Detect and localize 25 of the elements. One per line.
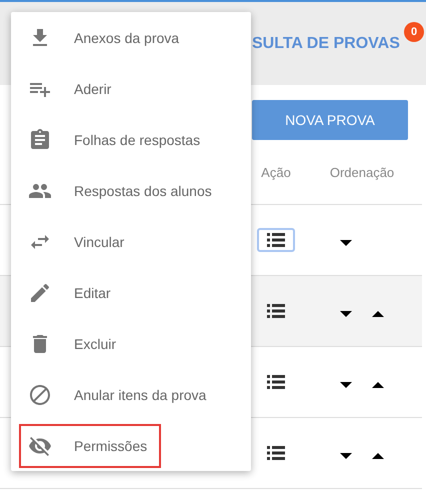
- menu-item[interactable]: Aderir: [11, 63, 251, 114]
- move-down-icon[interactable]: [340, 382, 352, 388]
- menu-item[interactable]: Anular itens da prova: [11, 369, 251, 420]
- list-icon[interactable]: [257, 228, 295, 252]
- menu-item[interactable]: Editar: [11, 267, 251, 318]
- menu-item[interactable]: Anexos da prova: [11, 12, 251, 63]
- block-icon: [28, 382, 52, 406]
- menu-item[interactable]: Vincular: [11, 216, 251, 267]
- move-up-icon[interactable]: [372, 311, 384, 317]
- new-exam-button[interactable]: NOVA PROVA: [252, 100, 408, 140]
- column-header: Ação: [260, 164, 292, 180]
- column-header: Ordenação: [328, 164, 396, 180]
- move-down-icon[interactable]: [340, 240, 352, 246]
- menu-item[interactable]: Folhas de respostas: [11, 114, 251, 165]
- notification-badge: 0: [404, 22, 424, 42]
- move-down-icon[interactable]: [340, 311, 352, 317]
- eye-off-icon: [28, 434, 52, 458]
- menu-item[interactable]: Respostas dos alunos: [11, 165, 251, 216]
- move-down-icon[interactable]: [340, 453, 352, 459]
- page-title: SULTA DE PROVAS: [252, 34, 400, 52]
- move-up-icon[interactable]: [372, 382, 384, 388]
- move-up-icon[interactable]: [372, 453, 384, 459]
- clipboard-icon: [28, 128, 52, 152]
- menu-item[interactable]: Permissões: [19, 424, 161, 468]
- menu-item[interactable]: Excluir: [11, 318, 251, 369]
